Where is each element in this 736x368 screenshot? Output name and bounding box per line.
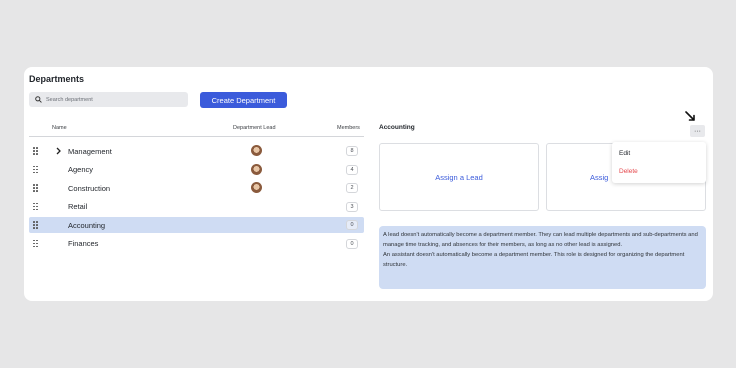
members-count-badge: 3: [346, 201, 358, 212]
department-name: Finances: [68, 239, 99, 248]
lead-avatar: [251, 145, 262, 156]
members-count-badge: 2: [346, 183, 358, 193]
members-count-badge: 4: [346, 164, 358, 175]
departments-panel: Departments Search department Create Dep…: [24, 67, 713, 301]
members-count-badge: 8: [346, 146, 358, 156]
search-input[interactable]: Search department: [29, 92, 188, 107]
menu-item-delete[interactable]: Delete: [619, 168, 638, 175]
lead-avatar: [251, 163, 262, 175]
department-name: Retail: [68, 202, 88, 211]
search-placeholder: Search department: [46, 96, 93, 103]
table-row[interactable]: Agency 4: [29, 162, 364, 178]
info-lead-text: A lead doesn't automatically become a de…: [383, 232, 698, 248]
lead-avatar: [251, 182, 262, 193]
chevron-right-icon[interactable]: [55, 147, 62, 155]
drag-handle-icon[interactable]: [33, 165, 38, 174]
info-box: A lead doesn't automatically become a de…: [379, 226, 706, 289]
menu-item-edit[interactable]: Edit: [619, 150, 630, 157]
department-name: Construction: [68, 183, 111, 193]
department-name: Accounting: [68, 220, 106, 230]
search-icon: [35, 96, 42, 103]
table-row[interactable]: Management 8: [29, 143, 364, 159]
members-count-badge: 0: [346, 238, 358, 249]
drag-handle-icon[interactable]: [33, 239, 38, 248]
drag-handle-icon[interactable]: [33, 202, 38, 211]
department-name: Agency: [68, 165, 94, 174]
drag-handle-icon[interactable]: [33, 147, 38, 155]
table-row[interactable]: Retail 3: [29, 199, 364, 215]
more-options-button[interactable]: ···: [690, 125, 705, 137]
info-assistant-text: An assistant doesn't automatically becom…: [383, 252, 685, 268]
create-department-button[interactable]: Create Department: [200, 92, 287, 108]
table-row[interactable]: Accounting 0: [29, 217, 364, 233]
members-count-badge: 0: [346, 220, 358, 230]
mouse-cursor-icon: [685, 111, 695, 121]
drag-handle-icon[interactable]: [33, 221, 38, 229]
table-row[interactable]: Finances 0: [29, 236, 364, 252]
options-menu: Edit Delete: [612, 142, 706, 183]
department-name: Management: [68, 146, 112, 156]
page-title: Departments: [29, 74, 85, 84]
assign-lead-card[interactable]: Assign a Lead: [379, 143, 539, 211]
detail-title: Accounting: [379, 124, 415, 131]
drag-handle-icon[interactable]: [33, 184, 38, 192]
column-header-name[interactable]: Name: [52, 125, 67, 131]
column-header-lead[interactable]: Department Lead: [233, 125, 276, 131]
table-row[interactable]: Construction 2: [29, 180, 364, 196]
column-header-members[interactable]: Members: [337, 125, 360, 131]
header-divider: [29, 136, 364, 137]
